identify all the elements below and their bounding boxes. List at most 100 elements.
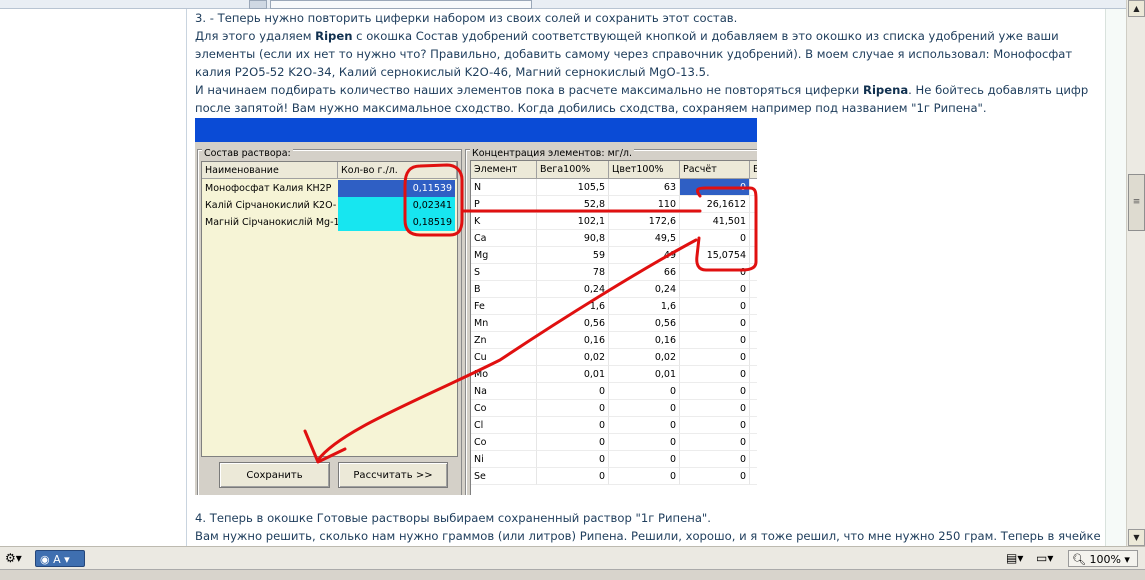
ripen-bold: Ripen: [315, 29, 353, 43]
element-name: Mo: [471, 366, 537, 383]
concentration-row[interactable]: B 0,24 0,24 0: [471, 281, 757, 298]
extra-cell: [750, 264, 757, 281]
extra-cell: [750, 230, 757, 247]
concentration-row[interactable]: P 52,8 110 26,1612: [471, 196, 757, 213]
concentration-row[interactable]: Mn 0,56 0,56 0: [471, 315, 757, 332]
calc-value: 0: [680, 468, 750, 485]
vega-value: 0,16: [537, 332, 609, 349]
extra-cell: [750, 196, 757, 213]
fertilizer-name: Калій Сірчанокислий K2O-: [205, 200, 337, 211]
scroll-thumb[interactable]: ≡: [1128, 174, 1145, 231]
concentration-row[interactable]: Cu 0,02 0,02 0: [471, 349, 757, 366]
concentration-row[interactable]: Zn 0,16 0,16 0: [471, 332, 757, 349]
column-header-vega[interactable]: Вега100%: [537, 161, 609, 179]
vega-value: 0,01: [537, 366, 609, 383]
calc-value: 0: [680, 417, 750, 434]
element-name: B: [471, 281, 537, 298]
concentration-row[interactable]: N 105,5 63 0: [471, 179, 757, 196]
concentration-row[interactable]: Cl 0 0 0: [471, 417, 757, 434]
toolbar-button[interactable]: [249, 0, 267, 9]
tsvet-value: 0: [609, 434, 680, 451]
element-name: Cl: [471, 417, 537, 434]
element-name: Mg: [471, 247, 537, 264]
extra-cell: [750, 451, 757, 468]
language-chip[interactable]: ◉ A ▾: [35, 550, 85, 567]
concentration-row[interactable]: S 78 66 0: [471, 264, 757, 281]
tsvet-value: 0: [609, 417, 680, 434]
column-header-element[interactable]: Элемент: [471, 161, 537, 179]
calculate-button[interactable]: Рассчитать >>: [338, 462, 448, 488]
scroll-up-arrow-icon[interactable]: ▲: [1128, 0, 1145, 17]
column-header-extra[interactable]: В: [750, 161, 757, 179]
concentration-row[interactable]: Na 0 0 0: [471, 383, 757, 400]
article-line-3: элементы (если их нет то нужно что? Прав…: [195, 47, 1073, 61]
calc-value: 0: [680, 230, 750, 247]
concentration-row[interactable]: Mg 59 49 15,0754: [471, 247, 757, 264]
concentration-row[interactable]: Ni 0 0 0: [471, 451, 757, 468]
tsvet-value: 49: [609, 247, 680, 264]
element-name: Zn: [471, 332, 537, 349]
element-name: Co: [471, 434, 537, 451]
calc-value: 0: [680, 349, 750, 366]
calc-value: 0: [680, 434, 750, 451]
group-title-composition: Состав раствора:: [202, 148, 293, 159]
tsvet-value: 1,6: [609, 298, 680, 315]
concentration-table: Элемент Вега100% Цвет100% Расчёт В N105,…: [470, 160, 757, 495]
extra-cell: [750, 179, 757, 196]
concentration-row[interactable]: K 102,1 172,6 41,501: [471, 213, 757, 230]
vertical-scrollbar[interactable]: ▲ ≡ ▼: [1126, 0, 1145, 546]
article-line-6: после запятой! Вам нужно максимальное сх…: [195, 101, 987, 115]
column-header-tsvet[interactable]: Цвет100%: [609, 161, 680, 179]
vega-value: 0: [537, 468, 609, 485]
fertilizer-amount[interactable]: 0,11539: [338, 180, 455, 197]
extra-cell: [750, 332, 757, 349]
composition-row[interactable]: Магній Сірчанокислій Mg-1 0,18519: [202, 214, 457, 231]
tsvet-value: 0,16: [609, 332, 680, 349]
concentration-row[interactable]: Mo 0,01 0,01 0: [471, 366, 757, 383]
concentration-row[interactable]: Fe 1,6 1,6 0: [471, 298, 757, 315]
element-name: P: [471, 196, 537, 213]
concentration-row[interactable]: Co 0 0 0: [471, 434, 757, 451]
calc-value: 0: [680, 281, 750, 298]
calc-value: 41,501: [680, 213, 750, 230]
concentration-row[interactable]: Se 0 0 0: [471, 468, 757, 485]
extra-cell: [750, 349, 757, 366]
calc-value: 0: [680, 179, 750, 196]
composition-row[interactable]: Монофосфат Калия KH2P 0,11539: [202, 180, 457, 197]
column-header-name[interactable]: Наименование: [202, 162, 338, 179]
zoom-control[interactable]: 🔍︎ 100% ▾: [1068, 550, 1138, 567]
fertilizer-amount[interactable]: 0,18519: [338, 214, 455, 231]
save-button[interactable]: Сохранить: [219, 462, 330, 488]
vega-value: 78: [537, 264, 609, 281]
group-title-concentration: Концентрация элементов: мг/л.: [470, 148, 635, 159]
column-header-calc[interactable]: Расчёт: [680, 161, 750, 179]
extra-cell: [750, 315, 757, 332]
article-content: 3. - Теперь нужно повторить циферки набо…: [187, 9, 1105, 546]
vega-value: 0: [537, 451, 609, 468]
magnifier-icon: 🔍︎: [1072, 553, 1090, 566]
vega-value: 0: [537, 417, 609, 434]
ripena-bold: Ripena: [863, 83, 909, 97]
fertilizer-amount[interactable]: 0,02341: [338, 197, 455, 214]
vega-value: 90,8: [537, 230, 609, 247]
extra-cell: [750, 417, 757, 434]
tsvet-value: 0,56: [609, 315, 680, 332]
display-mode-icon[interactable]: ▭▾: [1036, 550, 1062, 567]
left-page-margin: [0, 9, 187, 546]
browser-toolbar-strip: [0, 0, 1126, 9]
extra-cell: [750, 383, 757, 400]
scroll-down-arrow-icon[interactable]: ▼: [1128, 529, 1145, 546]
vega-value: 0: [537, 400, 609, 417]
composition-row[interactable]: Калій Сірчанокислий K2O- 0,02341: [202, 197, 457, 214]
concentration-row[interactable]: Co 0 0 0: [471, 400, 757, 417]
page-icon[interactable]: ▤▾: [1006, 550, 1032, 567]
article-line-8: Вам нужно решить, сколько нам нужно грам…: [195, 529, 1101, 543]
extra-cell: [750, 400, 757, 417]
element-name: Se: [471, 468, 537, 485]
column-header-amount[interactable]: Кол-во г./л.: [338, 162, 457, 179]
concentration-row[interactable]: Ca 90,8 49,5 0: [471, 230, 757, 247]
extra-cell: [750, 281, 757, 298]
address-field[interactable]: [270, 0, 532, 9]
gear-icon[interactable]: ⚙▾: [5, 550, 31, 567]
extra-cell: [750, 468, 757, 485]
